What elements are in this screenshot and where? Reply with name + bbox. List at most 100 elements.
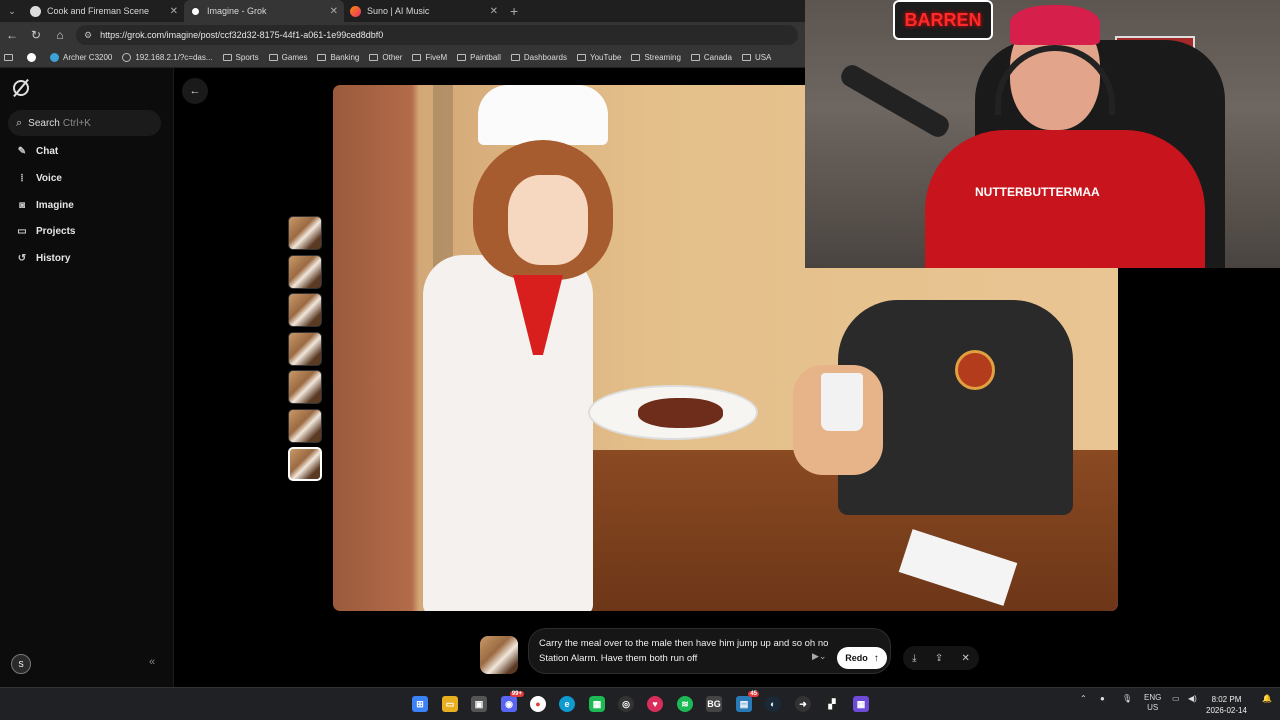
prompt-text[interactable]: Carry the meal over to the male then hav…	[539, 636, 839, 666]
sidebar-item-voice[interactable]: ⦙ Voice	[16, 173, 62, 184]
search-icon: ⌕	[16, 116, 23, 129]
chevron-up-icon[interactable]: ⌃	[1080, 694, 1087, 703]
bookmark-folder-youtube[interactable]: YouTube	[577, 53, 621, 62]
sidebar-item-imagine[interactable]: ◙ Imagine	[16, 200, 74, 211]
arrow-up-icon: ↑	[873, 652, 879, 664]
bookmark-archer[interactable]: Archer C3200	[50, 53, 112, 62]
steam-badge: 45	[748, 691, 759, 697]
clock-date: 2026-02-14	[1206, 706, 1247, 715]
close-icon[interactable]: ✕	[490, 6, 498, 17]
game-app-icon[interactable]: ▞	[824, 696, 840, 712]
steam-icon[interactable]: ◐	[765, 696, 781, 712]
close-icon[interactable]: ✕	[961, 653, 969, 664]
bookmark-label: Paintball	[470, 53, 501, 62]
bookmark-label: Sports	[235, 53, 259, 62]
bookmark-folder-banking[interactable]: Banking	[317, 53, 359, 62]
close-icon[interactable]: ✕	[330, 6, 338, 17]
file-explorer-icon[interactable]: ▭	[442, 696, 458, 712]
tab-search-chevron-icon[interactable]: ⌄	[0, 0, 24, 22]
bookmark-google[interactable]	[27, 53, 40, 62]
url-field[interactable]: ⚙ https://grok.com/imagine/post/ccf32d32…	[76, 25, 798, 45]
apps-icon	[4, 54, 13, 61]
speaker-icon[interactable]: ◀)	[1188, 694, 1197, 703]
thumbnail[interactable]	[288, 331, 322, 366]
close-icon[interactable]: ✕	[170, 6, 178, 17]
chat-bubble-icon	[30, 5, 41, 17]
thumbnail[interactable]	[288, 370, 322, 404]
steam-store-icon[interactable]: ▤ 45	[736, 691, 759, 712]
microphone-icon[interactable]: 🎙	[1122, 694, 1132, 703]
edge-icon[interactable]: e	[559, 696, 575, 712]
thumbnail[interactable]	[288, 216, 322, 250]
discord-badge: 99+	[509, 691, 524, 697]
obs-icon[interactable]: ◎	[618, 696, 634, 712]
spotify-icon[interactable]: ≋	[677, 696, 693, 712]
fire-badge-illustration	[955, 350, 995, 390]
search-input[interactable]: ⌕ Search Ctrl+K	[8, 110, 161, 136]
network-app-icon[interactable]: ●	[1100, 694, 1105, 703]
redo-label: Redo	[845, 653, 868, 663]
thumbnail[interactable]	[288, 254, 322, 289]
grok-logo-icon[interactable]	[13, 80, 29, 96]
bookmark-folder-canada[interactable]: Canada	[690, 53, 732, 62]
bookmark-folder-streaming[interactable]: Streaming	[631, 53, 681, 62]
tab-imagine-grok[interactable]: Imagine - Grok ✕	[184, 0, 344, 22]
bookmark-folder-fivem[interactable]: FiveM	[412, 53, 447, 62]
chrome-icon[interactable]: ●	[530, 696, 546, 712]
thumbnail[interactable]	[288, 408, 322, 443]
bg-app-icon[interactable]: BG	[706, 696, 722, 712]
folder-icon	[690, 54, 700, 61]
folder-icon	[577, 54, 586, 61]
tab-suno[interactable]: Suno | AI Music ✕	[344, 0, 504, 22]
language-indicator[interactable]: ENG US	[1144, 693, 1161, 713]
sidebar-item-chat[interactable]: ✎ Chat	[16, 146, 58, 157]
thumbnail[interactable]	[288, 293, 322, 327]
streamlabs-icon[interactable]: ♥	[647, 696, 663, 712]
url-text: https://grok.com/imagine/post/ccf32d32-8…	[100, 30, 384, 40]
system-clock[interactable]: 8:02 PM 2026-02-14	[1206, 694, 1247, 716]
reference-image-thumbnail[interactable]	[480, 636, 518, 674]
home-icon[interactable]: ⌂	[48, 28, 72, 42]
redo-button[interactable]: Redo ↑	[837, 647, 887, 669]
folder-icon: ▭	[17, 226, 27, 237]
windows-taskbar: ⊞ ▭ ▣ ◉ 99+ ● e ▦ ◎ ♥ ≋ BG ▤ 45 ◐ ➜ ▞ ▦ ⌃ …	[0, 687, 1280, 720]
bookmark-folder-games[interactable]: Games	[268, 53, 307, 62]
back-button[interactable]: ←	[182, 78, 208, 104]
discord-icon[interactable]: ◉ 99+	[501, 691, 524, 712]
share-icon[interactable]: ⇪	[935, 653, 943, 664]
tab-title: Cook and Fireman Scene	[47, 6, 150, 16]
download-icon[interactable]: ⤓	[912, 653, 916, 664]
notification-bell-icon[interactable]: 🔔	[1262, 694, 1272, 703]
tab-cook-and-fireman[interactable]: Cook and Fireman Scene ✕	[24, 0, 184, 22]
bookmark-local-ip[interactable]: 192.168.2.1/?c=das...	[122, 53, 213, 62]
bookmark-folder-usa[interactable]: USA	[741, 53, 771, 62]
monitor-icon[interactable]: ▭	[1172, 694, 1180, 703]
bookmark-folder-paintball[interactable]: Paintball	[457, 53, 501, 62]
thumbnail-selected[interactable]	[288, 447, 322, 481]
image-icon: ◙	[18, 200, 26, 211]
back-arrow-icon[interactable]: ←	[0, 28, 24, 42]
sidebar-item-label: History	[36, 253, 71, 264]
sidebar-item-projects[interactable]: ▭ Projects	[16, 226, 75, 237]
site-info-icon[interactable]: ⚙	[84, 30, 92, 41]
neon-sign: BARREN	[893, 0, 993, 40]
bookmark-folder-other[interactable]: Other	[369, 53, 402, 62]
grid-app-icon[interactable]: ▦	[853, 696, 869, 712]
search-label: Search	[28, 117, 60, 129]
pink-hair	[1010, 5, 1100, 45]
reload-icon[interactable]: ↻	[24, 28, 48, 42]
sidebar-item-history[interactable]: ↺ History	[16, 253, 71, 264]
store-icon[interactable]: ▣	[471, 696, 487, 712]
bookmark-apps[interactable]	[4, 54, 17, 61]
avatar[interactable]: S	[11, 654, 31, 674]
bookmark-folder-sports[interactable]: Sports	[222, 53, 259, 62]
windows-start-icon[interactable]: ⊞	[412, 696, 428, 712]
collapse-sidebar-icon[interactable]: «	[149, 656, 155, 668]
video-camera-icon[interactable]: ▶⌄	[812, 651, 826, 662]
new-tab-plus-icon[interactable]: +	[510, 3, 518, 19]
xbox-icon[interactable]: ▦	[589, 696, 605, 712]
bookmark-folder-dashboards[interactable]: Dashboards	[510, 53, 567, 62]
variation-thumbnails	[288, 216, 322, 486]
prompt-composer[interactable]: Carry the meal over to the male then hav…	[528, 628, 891, 674]
arrow-app-icon[interactable]: ➜	[795, 696, 811, 712]
